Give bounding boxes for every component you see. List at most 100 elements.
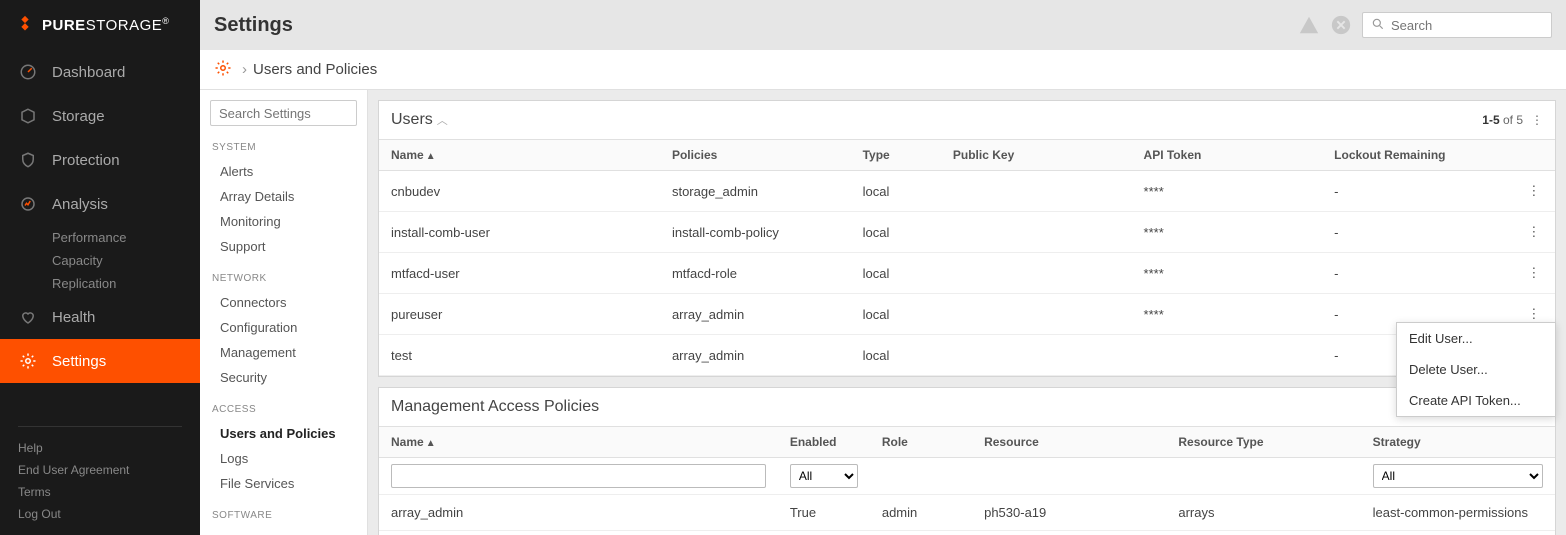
table-row: testarray_adminlocal-⋮ [379, 335, 1555, 376]
th-pol-restype[interactable]: Resource Type [1166, 427, 1360, 458]
user-row-context-menu: Edit User... Delete User... Create API T… [1396, 322, 1556, 417]
nav-dashboard[interactable]: Dashboard [0, 50, 200, 94]
menu-edit-user[interactable]: Edit User... [1397, 323, 1555, 354]
cell-pol-strategy: least-common-permissions [1361, 531, 1555, 535]
th-lockout[interactable]: Lockout Remaining [1322, 140, 1513, 171]
th-pol-enabled[interactable]: Enabled [778, 427, 870, 458]
subnav-file-services[interactable]: File Services [200, 471, 367, 496]
subnav-users-policies[interactable]: Users and Policies [200, 421, 367, 446]
global-search-input[interactable] [1391, 18, 1566, 33]
users-panel-menu[interactable]: ⋮ [1531, 113, 1543, 127]
global-search[interactable] [1362, 12, 1552, 38]
filter-strategy-select[interactable]: All [1373, 464, 1543, 488]
row-menu-button[interactable]: ⋮ [1525, 263, 1543, 283]
subnav-alerts[interactable]: Alerts [200, 159, 367, 184]
caret-up-icon[interactable]: ︿ [437, 112, 448, 128]
main: Settings › Users and Policies SYSTEM [200, 0, 1566, 535]
subnav-section-software: SOFTWARE [200, 506, 367, 527]
breadcrumb-page: Users and Policies [253, 61, 377, 78]
cell-pol-restype: arrays [1166, 495, 1360, 531]
close-icon[interactable] [1330, 14, 1352, 36]
users-table: Name▲ Policies Type Public Key API Token… [379, 139, 1555, 376]
panel-area: Users ︿ 1-5 of 5 ⋮ Name▲ Policies Ty [368, 90, 1566, 535]
filter-enabled-select[interactable]: All [790, 464, 858, 488]
menu-create-api-token[interactable]: Create API Token... [1397, 385, 1555, 416]
cell-pol-enabled: True [778, 531, 870, 535]
sort-asc-icon: ▲ [426, 438, 436, 449]
cell-pol-name: array_admin [379, 495, 778, 531]
filter-name-input[interactable] [391, 464, 766, 488]
subnav-configuration[interactable]: Configuration [200, 315, 367, 340]
cell-policies: install-comb-policy [660, 212, 851, 253]
subnav-management[interactable]: Management [200, 340, 367, 365]
divider [18, 426, 182, 427]
cell-public-key [941, 171, 1132, 212]
nav-label: Settings [52, 353, 106, 370]
subnav-support[interactable]: Support [200, 234, 367, 259]
policies-table: Name▲ Enabled Role Resource Resource Typ… [379, 426, 1555, 535]
nav-sub-replication[interactable]: Replication [52, 272, 200, 295]
cell-type: local [851, 253, 941, 294]
users-panel-title: Users [391, 111, 433, 129]
row-menu-button[interactable]: ⋮ [1525, 181, 1543, 201]
subnav-monitoring[interactable]: Monitoring [200, 209, 367, 234]
cell-name: install-comb-user [379, 212, 660, 253]
footer-eula[interactable]: End User Agreement [18, 459, 182, 481]
subnav-array-details[interactable]: Array Details [200, 184, 367, 209]
breadcrumb: › Users and Policies [200, 50, 1566, 90]
cell-public-key [941, 335, 1132, 376]
cell-name: pureuser [379, 294, 660, 335]
gear-icon [214, 59, 232, 81]
th-public-key[interactable]: Public Key [941, 140, 1132, 171]
row-menu-button[interactable]: ⋮ [1525, 304, 1543, 324]
th-pol-strategy[interactable]: Strategy [1361, 427, 1555, 458]
footer-logout[interactable]: Log Out [18, 503, 182, 525]
users-pager: 1-5 of 5 [1482, 113, 1523, 127]
brand-logo: PURESTORAGE® [0, 0, 200, 50]
cell-type: local [851, 335, 941, 376]
nav-health[interactable]: Health [0, 295, 200, 339]
th-pol-name[interactable]: Name▲ [379, 427, 778, 458]
footer-terms[interactable]: Terms [18, 481, 182, 503]
chevron-right-icon: › [242, 61, 247, 78]
cell-name: mtfacd-user [379, 253, 660, 294]
nav-storage[interactable]: Storage [0, 94, 200, 138]
nav-label: Analysis [52, 196, 108, 213]
nav-sub-capacity[interactable]: Capacity [52, 249, 200, 272]
nav-settings[interactable]: Settings [0, 339, 200, 383]
nav-analysis[interactable]: Analysis [0, 182, 200, 226]
footer-help[interactable]: Help [18, 437, 182, 459]
alert-icon[interactable] [1298, 14, 1320, 36]
subnav-logs[interactable]: Logs [200, 446, 367, 471]
cell-public-key [941, 212, 1132, 253]
row-menu-button[interactable]: ⋮ [1525, 222, 1543, 242]
nav-protection[interactable]: Protection [0, 138, 200, 182]
nav-label: Storage [52, 108, 105, 125]
th-pol-role[interactable]: Role [870, 427, 972, 458]
subnav-section-access: ACCESS [200, 400, 367, 421]
th-api-token[interactable]: API Token [1132, 140, 1323, 171]
table-row: install-comb-userinstall-comb-policyloca… [379, 212, 1555, 253]
cell-pol-resource: ph530-a19 [972, 495, 1166, 531]
nav-analysis-sub: Performance Capacity Replication [0, 226, 200, 295]
menu-delete-user[interactable]: Delete User... [1397, 354, 1555, 385]
sort-asc-icon: ▲ [426, 151, 436, 162]
cell-pol-role: storage [870, 531, 972, 535]
cell-pol-enabled: True [778, 495, 870, 531]
shield-icon [18, 150, 38, 170]
cell-pol-strategy: least-common-permissions [1361, 495, 1555, 531]
table-row: cnbudevstorage_adminlocal****-⋮ [379, 171, 1555, 212]
settings-search-input[interactable] [210, 100, 357, 126]
heart-icon [18, 307, 38, 327]
subnav-security[interactable]: Security [200, 365, 367, 390]
th-name[interactable]: Name▲ [379, 140, 660, 171]
th-type[interactable]: Type [851, 140, 941, 171]
chart-icon [18, 194, 38, 214]
nav-sub-performance[interactable]: Performance [52, 226, 200, 249]
th-policies[interactable]: Policies [660, 140, 851, 171]
cell-api-token [1132, 335, 1323, 376]
th-pol-resource[interactable]: Resource [972, 427, 1166, 458]
cell-api-token: **** [1132, 212, 1323, 253]
subnav-connectors[interactable]: Connectors [200, 290, 367, 315]
cell-name: cnbudev [379, 171, 660, 212]
